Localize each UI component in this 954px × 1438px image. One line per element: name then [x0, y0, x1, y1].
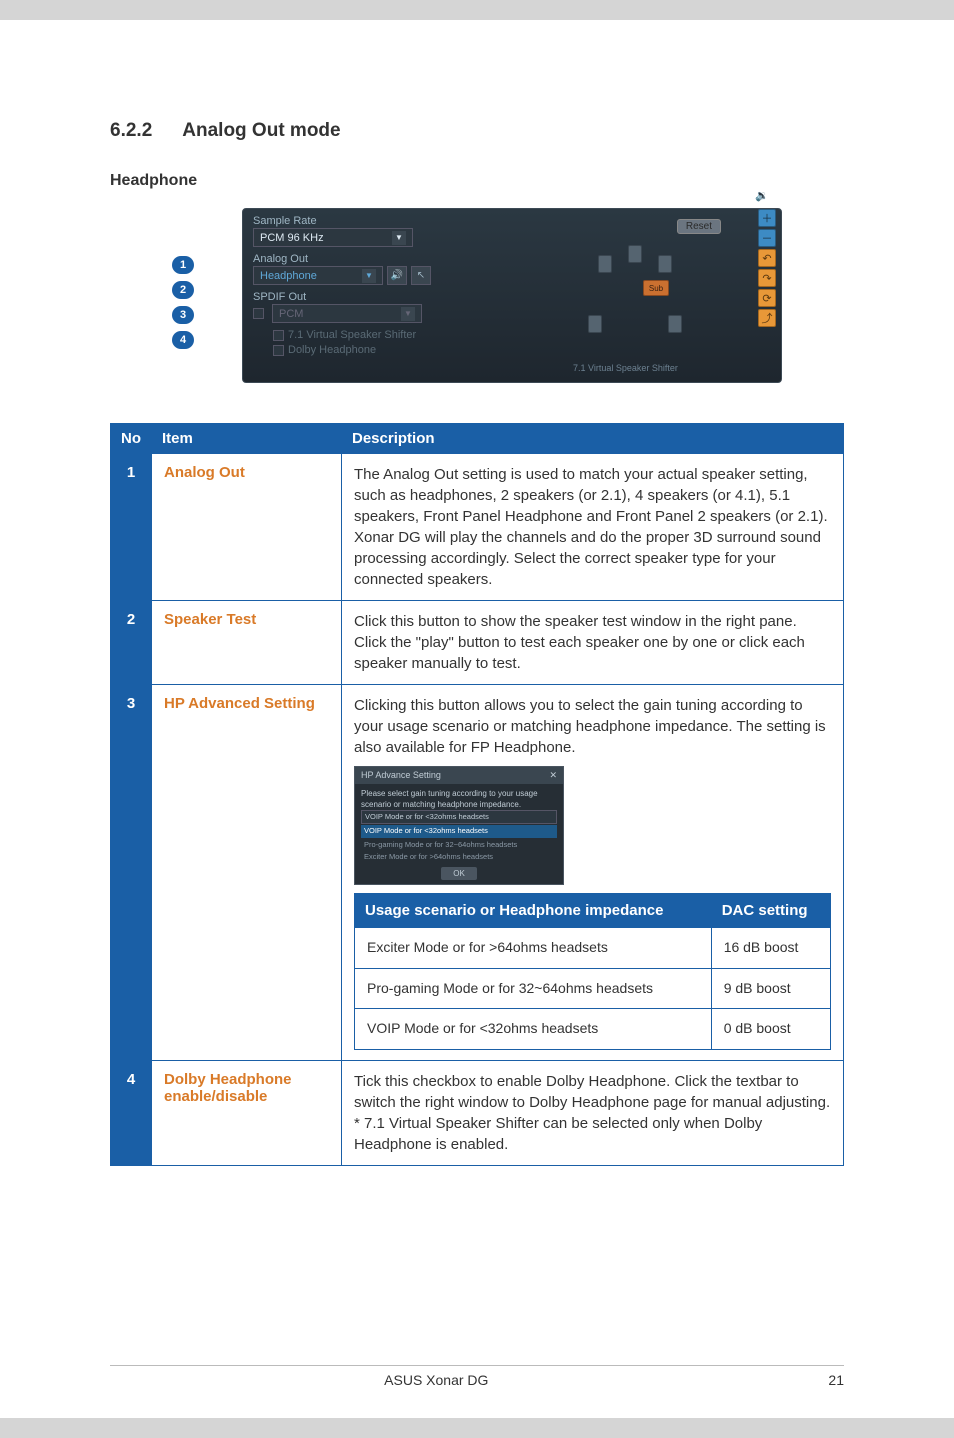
dialog-dropdown[interactable]: VOIP Mode or for <32ohms headsets	[361, 810, 557, 825]
plus-icon[interactable]: ＋	[758, 209, 776, 227]
analog-out-label: Analog Out	[253, 253, 533, 265]
spdif-out-dropdown[interactable]: PCM ▼	[272, 304, 422, 323]
inner-col-dac: DAC setting	[711, 894, 830, 928]
speaker-diagram: Sub 7.1 Virtual Speaker Shifter	[543, 245, 771, 365]
sample-rate-dropdown[interactable]: PCM 96 KHz ▼	[253, 228, 413, 247]
inner-col-scenario: Usage scenario or Headphone impedance	[355, 894, 712, 928]
virtual-speaker-shifter-option[interactable]: 7.1 Virtual Speaker Shifter	[273, 329, 533, 341]
row-item: HP Advanced Setting	[152, 685, 342, 1061]
footer-product: ASUS Xonar DG	[384, 1372, 488, 1388]
col-item: Item	[152, 424, 342, 454]
dialog-text: Please select gain tuning according to y…	[361, 788, 557, 810]
hp-advance-dialog: HP Advance Setting ✕ Please select gain …	[354, 766, 564, 885]
row-no: 2	[111, 601, 152, 685]
section-heading: 6.2.2 Analog Out mode	[110, 120, 844, 142]
table-row: 2 Speaker Test Click this button to show…	[111, 601, 844, 685]
chevron-down-icon: ▼	[392, 231, 406, 245]
speaker-test-icon[interactable]: 🔊	[387, 266, 407, 285]
spdif-out-label: SPDIF Out	[253, 291, 533, 303]
dialog-selected-option[interactable]: VOIP Mode or for <32ohms headsets	[361, 825, 557, 838]
row-desc: The Analog Out setting is used to match …	[342, 454, 844, 601]
subwoofer-icon[interactable]: Sub	[643, 280, 669, 296]
row-desc: Click this button to show the speaker te…	[342, 601, 844, 685]
speaker-r-icon[interactable]	[658, 255, 672, 273]
chevron-down-icon: ▼	[401, 307, 415, 321]
col-no: No	[111, 424, 152, 454]
ok-button[interactable]: OK	[441, 867, 477, 880]
callout-3: 3	[172, 306, 194, 324]
callout-2: 2	[172, 281, 194, 299]
top-bar	[0, 0, 954, 20]
sample-rate-label: Sample Rate	[253, 215, 533, 227]
speaker-c-icon[interactable]	[628, 245, 642, 263]
dac-setting-table: Usage scenario or Headphone impedance DA…	[354, 893, 831, 1050]
spdif-checkbox[interactable]	[253, 308, 264, 319]
feature-table: No Item Description 1 Analog Out The Ana…	[110, 423, 844, 1166]
callout-1: 1	[172, 256, 194, 274]
row-item: Speaker Test	[152, 601, 342, 685]
table-row: VOIP Mode or for <32ohms headsets 0 dB b…	[355, 1009, 831, 1050]
footer-page-number: 21	[828, 1372, 844, 1388]
section-number: 6.2.2	[110, 120, 152, 142]
diagram-caption: 7.1 Virtual Speaker Shifter	[573, 363, 678, 373]
row-desc: Clicking this button allows you to selec…	[342, 685, 844, 1061]
speaker-ls-icon[interactable]	[588, 315, 602, 333]
bottom-bar	[0, 1418, 954, 1438]
row-item: Dolby Headphone enable/disable	[152, 1060, 342, 1165]
audio-panel-screenshot: Sample Rate PCM 96 KHz ▼ Analog Out Head…	[242, 208, 782, 383]
table-row: 1 Analog Out The Analog Out setting is u…	[111, 454, 844, 601]
table-row: 4 Dolby Headphone enable/disable Tick th…	[111, 1060, 844, 1165]
dialog-option[interactable]: Exciter Mode or for >64ohms headsets	[361, 851, 557, 864]
chevron-down-icon: ▼	[362, 269, 376, 283]
close-icon[interactable]: ✕	[549, 769, 557, 782]
dialog-option[interactable]: Pro-gaming Mode or for 32~64ohms headset…	[361, 839, 557, 852]
subsection-title: Headphone	[110, 172, 844, 190]
table-row: Exciter Mode or for >64ohms headsets 16 …	[355, 928, 831, 969]
section-title: Analog Out mode	[182, 120, 340, 142]
row-item: Analog Out	[152, 454, 342, 601]
page-footer: ASUS Xonar DG 21	[0, 1372, 954, 1388]
row-no: 4	[111, 1060, 152, 1165]
table-row: 3 HP Advanced Setting Clicking this butt…	[111, 685, 844, 1061]
col-description: Description	[342, 424, 844, 454]
dolby-headphone-option[interactable]: Dolby Headphone	[273, 344, 533, 356]
row-no: 3	[111, 685, 152, 1061]
dialog-title: HP Advance Setting	[361, 769, 441, 782]
speaker-l-icon[interactable]	[598, 255, 612, 273]
reset-button[interactable]: Reset	[677, 219, 721, 234]
table-row: Pro-gaming Mode or for 32~64ohms headset…	[355, 968, 831, 1009]
row-desc: Tick this checkbox to enable Dolby Headp…	[342, 1060, 844, 1165]
row-no: 1	[111, 454, 152, 601]
callout-markers: 1 2 3 4	[172, 208, 242, 356]
callout-4: 4	[172, 331, 194, 349]
volume-icon: 🔉	[755, 189, 771, 203]
speaker-rs-icon[interactable]	[668, 315, 682, 333]
hp-advanced-icon[interactable]: ↖	[411, 266, 431, 285]
analog-out-dropdown[interactable]: Headphone ▼	[253, 266, 383, 285]
footer-divider	[110, 1365, 844, 1366]
